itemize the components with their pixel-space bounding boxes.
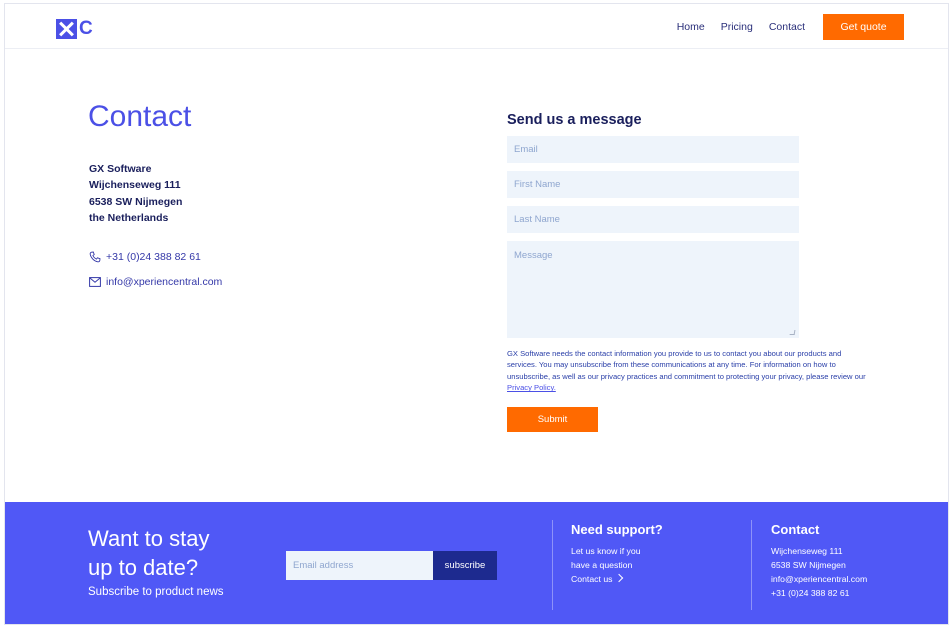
contact-us-link[interactable]: Contact us — [571, 572, 641, 586]
first-name-field[interactable] — [507, 171, 799, 198]
newsletter-subline: Subscribe to product news — [88, 586, 224, 598]
logo-text: C — [79, 18, 93, 39]
last-name-field[interactable] — [507, 206, 799, 233]
newsletter-headline: Want to stay up to date? — [88, 524, 209, 582]
address-line: the Netherlands — [89, 211, 169, 224]
newsletter-email-input[interactable] — [286, 551, 433, 580]
address-line: 6538 SW Nijmegen — [89, 195, 183, 208]
address-line: Wijchenseweg 111 — [89, 179, 181, 192]
support-title: Need support? — [571, 522, 663, 537]
x-logo-icon — [56, 19, 77, 39]
headline-line: up to date? — [88, 555, 199, 580]
support-text: Let us know if you have a question Conta… — [571, 544, 641, 586]
footer-address-line: 6538 SW Nijmegen — [771, 560, 846, 570]
site-footer: Want to stay up to date? Subscribe to pr… — [5, 502, 948, 624]
message-field[interactable] — [507, 241, 799, 338]
company-address: GX Software Wijchenseweg 111 6538 SW Nij… — [89, 161, 182, 226]
nav-home[interactable]: Home — [677, 21, 705, 33]
address-line: GX Software — [89, 163, 152, 175]
headline-line: Want to stay — [88, 526, 210, 551]
privacy-text: GX Software needs the contact informatio… — [507, 349, 866, 381]
envelope-icon — [89, 277, 101, 287]
footer-phone-link[interactable]: +31 (0)24 388 82 61 — [771, 586, 867, 600]
nav-contact[interactable]: Contact — [769, 21, 805, 33]
subscribe-button[interactable]: subscribe — [433, 551, 497, 580]
privacy-notice: GX Software needs the contact informatio… — [507, 348, 867, 394]
footer-contact-title: Contact — [771, 522, 820, 537]
chevron-right-icon — [614, 573, 623, 583]
page-title: Contact — [88, 100, 192, 133]
phone-number: +31 (0)24 388 82 61 — [106, 251, 201, 263]
nav-pricing[interactable]: Pricing — [721, 21, 753, 33]
footer-address-line: Wijchenseweg 111 — [771, 546, 843, 556]
resize-handle[interactable] — [789, 330, 796, 335]
privacy-policy-link[interactable]: Privacy Policy. — [507, 383, 556, 392]
logo[interactable]: C — [56, 19, 93, 39]
main-nav: Home Pricing Contact Get quote — [677, 14, 904, 40]
footer-email-link[interactable]: info@xperiencentral.com — [771, 572, 867, 586]
email-field[interactable] — [507, 136, 799, 163]
contact-us-label: Contact us — [571, 574, 613, 584]
get-quote-button[interactable]: Get quote — [823, 14, 904, 40]
site-header: C Home Pricing Contact Get quote — [5, 4, 948, 49]
form-title: Send us a message — [507, 112, 642, 128]
footer-divider — [751, 520, 752, 610]
phone-icon — [89, 251, 101, 263]
support-line: Let us know if you — [571, 546, 641, 556]
footer-contact-text: Wijchenseweg 111 6538 SW Nijmegen info@x… — [771, 544, 867, 600]
footer-divider — [552, 520, 553, 610]
email-link[interactable]: info@xperiencentral.com — [89, 276, 222, 288]
support-line: have a question — [571, 560, 633, 570]
page-frame: C Home Pricing Contact Get quote Contact… — [4, 3, 949, 625]
email-address: info@xperiencentral.com — [106, 276, 223, 288]
submit-button[interactable]: Submit — [507, 407, 598, 432]
phone-link[interactable]: +31 (0)24 388 82 61 — [89, 251, 201, 263]
